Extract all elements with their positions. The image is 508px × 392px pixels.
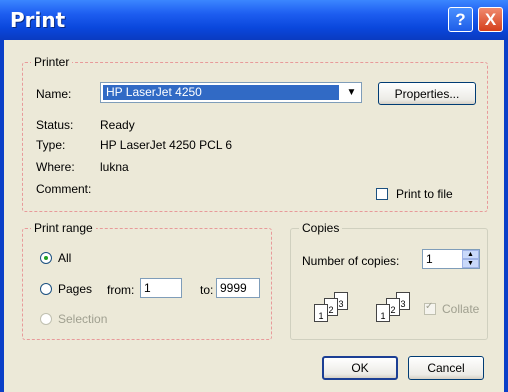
from-label: from:: [107, 283, 135, 297]
window-title: Print: [10, 8, 66, 32]
type-label: Type:: [36, 138, 66, 152]
status-value: Ready: [100, 118, 135, 132]
comment-label: Comment:: [36, 182, 92, 196]
close-icon: X: [484, 9, 497, 29]
print-to-file-checkbox[interactable]: [376, 188, 388, 200]
collate-page: 1: [376, 304, 390, 322]
title-bar[interactable]: Print ? X: [0, 0, 508, 40]
copies-legend: Copies: [299, 221, 343, 235]
collate-label[interactable]: Collate: [442, 302, 479, 316]
print-dialog: Print ? X Printer Name: HP LaserJet 4250…: [0, 0, 508, 392]
pages-radio[interactable]: [40, 283, 52, 295]
name-label: Name:: [36, 87, 72, 101]
cancel-button-label: Cancel: [427, 361, 465, 375]
where-label: Where:: [36, 160, 75, 174]
pages-label[interactable]: Pages: [58, 282, 92, 296]
printer-name-select[interactable]: HP LaserJet 4250 ▼: [100, 82, 362, 103]
selection-label[interactable]: Selection: [58, 312, 107, 326]
to-label: to:: [200, 283, 214, 297]
printer-legend: Printer: [31, 55, 73, 69]
printer-name-value: HP LaserJet 4250: [103, 85, 339, 100]
print-to-file-label[interactable]: Print to file: [396, 187, 453, 201]
to-input[interactable]: 9999: [216, 278, 260, 298]
from-input[interactable]: 1: [140, 278, 182, 298]
spin-up-icon[interactable]: ▲: [462, 250, 479, 259]
spin-down-icon[interactable]: ▼: [462, 259, 479, 268]
properties-button[interactable]: Properties...: [378, 82, 476, 105]
collate-checkbox[interactable]: ✓: [424, 301, 436, 315]
help-icon: ?: [455, 9, 466, 29]
selection-radio[interactable]: [40, 313, 52, 325]
dialog-body: Printer Name: HP LaserJet 4250 ▼ Propert…: [4, 40, 504, 392]
copies-group: Copies: [290, 221, 488, 340]
where-value: lukna: [100, 160, 129, 174]
properties-button-label: Properties...: [394, 86, 460, 101]
status-label: Status:: [36, 118, 74, 132]
cancel-button[interactable]: Cancel: [408, 356, 484, 380]
all-label[interactable]: All: [58, 251, 71, 265]
copies-spinner[interactable]: ▲ ▼: [462, 250, 479, 268]
number-of-copies-label: Number of copies:: [302, 254, 400, 268]
ok-button-label: OK: [351, 361, 369, 375]
ok-button[interactable]: OK: [322, 356, 398, 380]
dropdown-arrow-icon[interactable]: ▼: [343, 84, 360, 101]
collate-page: 1: [314, 304, 328, 322]
type-value: HP LaserJet 4250 PCL 6: [100, 138, 233, 152]
all-radio[interactable]: [40, 252, 52, 264]
help-button[interactable]: ?: [448, 7, 473, 32]
close-button[interactable]: X: [478, 7, 503, 32]
print-range-legend: Print range: [31, 221, 96, 235]
